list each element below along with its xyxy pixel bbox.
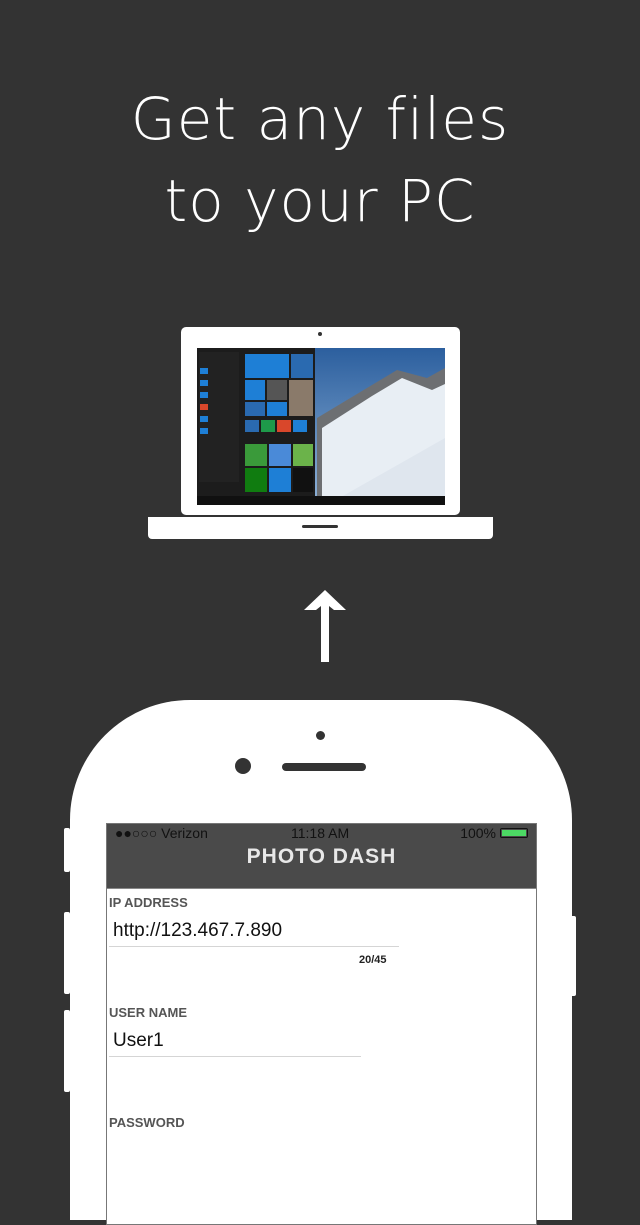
status-right: 100% [460, 824, 528, 842]
headline-line-1: Get any files [130, 85, 510, 153]
phone-display: ●●○○○ Verizon 11:18 AM 100% PHOTO DASH I… [106, 823, 537, 1225]
arrow-up-icon [304, 590, 346, 662]
phone: ●●○○○ Verizon 11:18 AM 100% PHOTO DASH I… [70, 700, 572, 1225]
status-bar: ●●○○○ Verizon 11:18 AM 100% [107, 824, 536, 842]
ip-address-label: IP ADDRESS [109, 895, 188, 910]
user-name-underline [109, 1056, 361, 1057]
user-name-input[interactable]: User1 [113, 1030, 164, 1052]
phone-proximity-sensor [316, 731, 325, 740]
laptop-base [148, 517, 493, 539]
laptop [181, 327, 460, 515]
laptop-camera [318, 332, 322, 336]
carrier-signal: ●●○○○ Verizon [115, 825, 208, 841]
password-label: PASSWORD [109, 1115, 185, 1130]
battery-icon [500, 828, 528, 838]
headline-line-2: to your PC [164, 167, 476, 235]
app-title: PHOTO DASH [107, 842, 536, 889]
ip-address-underline [109, 946, 399, 947]
windows-desktop-screenshot-icon [197, 348, 445, 505]
ip-char-counter: 20/45 [359, 954, 387, 966]
headline: Get any files to your PC [0, 78, 640, 242]
user-name-label: USER NAME [109, 1005, 188, 1020]
phone-front-camera [235, 758, 251, 774]
status-time: 11:18 AM [291, 825, 350, 841]
laptop-screen [197, 348, 445, 505]
login-form: IP ADDRESS http://123.467.7.890 20/45 US… [107, 889, 536, 1224]
phone-speaker [282, 763, 366, 771]
laptop-notch [302, 525, 338, 528]
battery-percent: 100% [460, 825, 496, 841]
ip-address-input[interactable]: http://123.467.7.890 [113, 920, 282, 942]
